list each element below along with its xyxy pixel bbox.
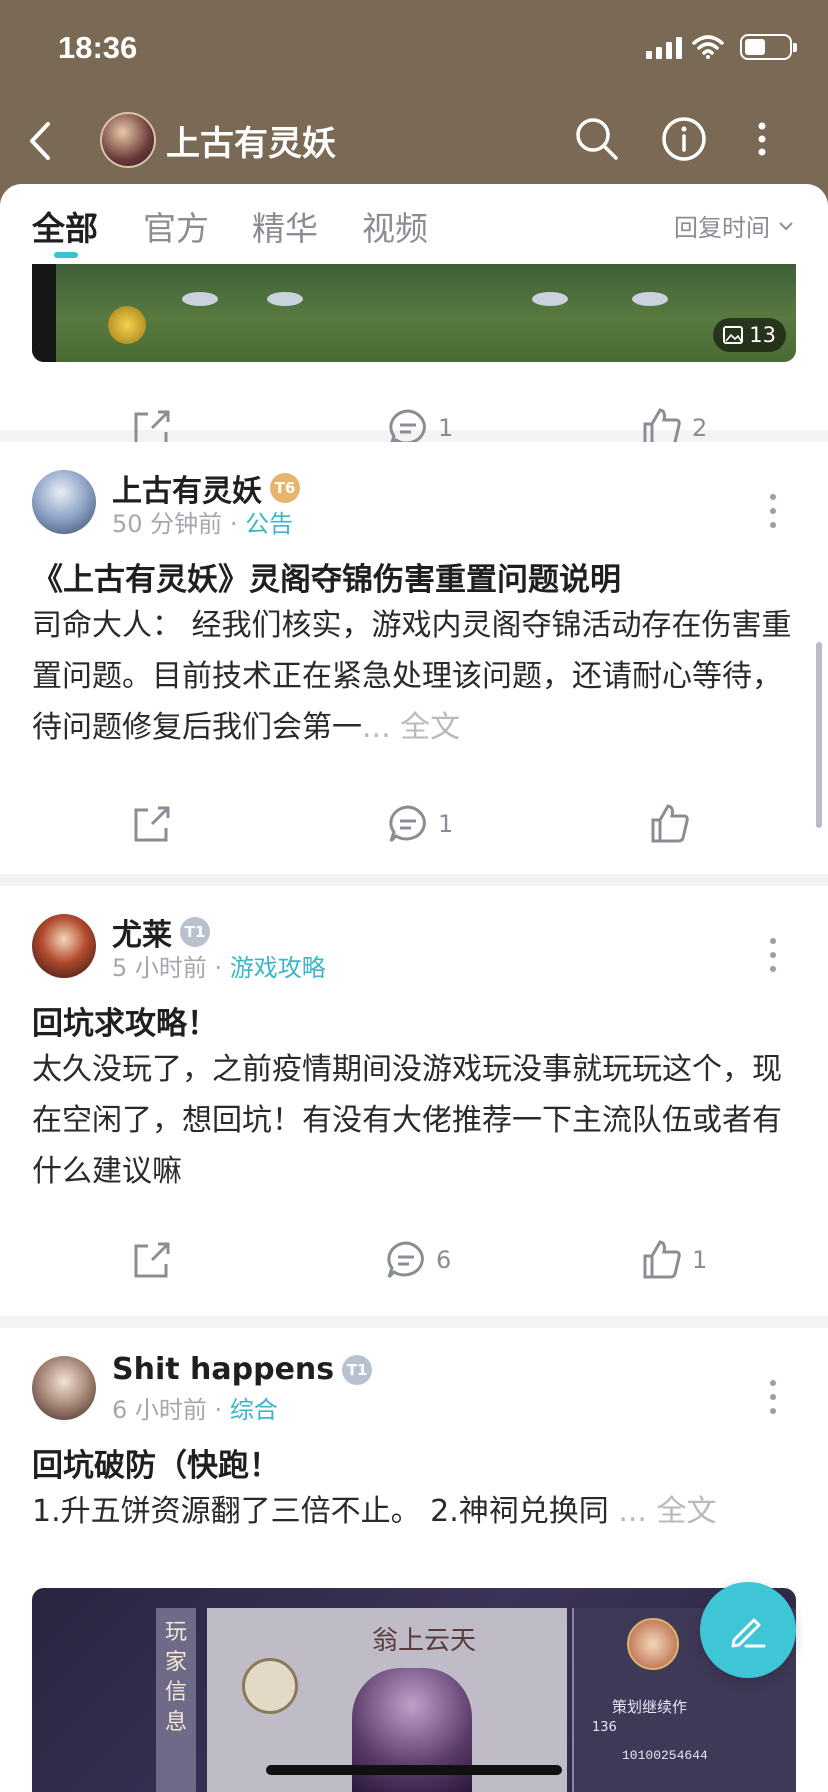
share-button[interactable] [130, 1238, 174, 1282]
full-text-link[interactable]: ... 全文 [618, 1494, 716, 1529]
post-category[interactable]: 综合 [230, 1396, 278, 1424]
image-side-label: 玩家信息 [156, 1608, 196, 1792]
post-card[interactable]: 尤莱 T1 5 小时前 · 游戏攻略 回坑求攻略！ 太久没玩了，之前疫情期间没游… [0, 886, 828, 1316]
post-category[interactable]: 公告 [245, 510, 293, 538]
post-category[interactable]: 游戏攻略 [230, 954, 326, 982]
post-title[interactable]: 回坑破防（快跑！ [32, 1440, 280, 1485]
comment-icon [389, 805, 426, 843]
like-button[interactable]: 1 [640, 1238, 707, 1282]
post-actions: 1 [0, 788, 828, 858]
more-vertical-icon[interactable] [747, 114, 777, 164]
post-time: 5 小时前 [112, 954, 207, 982]
comment-icon [387, 1241, 424, 1279]
info-icon[interactable] [659, 114, 709, 164]
like-count: 2 [692, 414, 708, 442]
post-card[interactable]: 13 1 2 [0, 264, 828, 447]
comment-button[interactable]: 6 [384, 1238, 451, 1282]
thumbs-up-icon [651, 804, 689, 843]
post-more-button[interactable] [770, 494, 778, 536]
tab-official[interactable]: 官方 [143, 202, 209, 250]
share-icon [134, 806, 170, 842]
post-actions: 6 1 [0, 1224, 828, 1294]
share-button[interactable] [130, 802, 174, 846]
comment-count: 1 [438, 414, 454, 442]
post-time: 50 分钟前 [112, 510, 223, 538]
post-title[interactable]: 《上古有灵妖》灵阁夺锦伤害重置问题说明 [32, 554, 621, 599]
post-body-text: 1.升五饼资源翻了三倍不止。 2.神祠兑换同 [32, 1494, 609, 1529]
author-avatar[interactable] [32, 470, 96, 534]
page-title: 上古有灵妖 [166, 124, 336, 164]
author-name[interactable]: Shit happens [112, 1352, 334, 1387]
post-more-button[interactable] [770, 1380, 778, 1422]
tab-all[interactable]: 全部 [32, 202, 98, 250]
share-icon [134, 1242, 170, 1278]
author-avatar[interactable] [32, 1356, 96, 1420]
post-body[interactable]: 1.升五饼资源翻了三倍不止。 2.神祠兑换同 ... 全文 [32, 1486, 802, 1537]
cellular-signal-icon [646, 35, 682, 59]
image-game-logo: 翁上云天 [372, 1626, 477, 1656]
status-time: 18:36 [58, 30, 138, 65]
post-meta: 50 分钟前 · 公告 [112, 510, 294, 538]
sort-dropdown[interactable]: 回复时间 [674, 208, 794, 243]
full-text-link[interactable]: ... 全文 [362, 710, 460, 745]
author-row: Shit happens T1 [112, 1352, 373, 1387]
content-panel: 全部 官方 精华 视频 回复时间 13 1 2 上古有灵妖 T6 50 分钟前 … [0, 184, 828, 1792]
sort-label: 回复时间 [674, 214, 770, 242]
post-image[interactable]: 玩家信息 翁上云天 策划继续作 136 10100254644 [32, 1588, 796, 1792]
pen-icon [731, 1618, 766, 1648]
top-bar: 18:36 上古有灵妖 [0, 0, 828, 184]
battery-icon [740, 34, 797, 60]
thumbs-up-icon [643, 1240, 681, 1279]
level-badge: T1 [180, 917, 210, 947]
level-badge: T6 [270, 473, 300, 503]
post-body[interactable]: 司命大人： 经我们核实，游戏内灵阁夺锦活动存在伤害重置问题。目前技术正在紧急处理… [32, 600, 802, 753]
compose-post-button[interactable] [700, 1582, 796, 1678]
post-meta: 5 小时前 · 游戏攻略 [112, 954, 326, 982]
tab-featured[interactable]: 精华 [252, 202, 318, 250]
wifi-icon [692, 35, 724, 59]
comment-count: 6 [436, 1246, 452, 1274]
image-side-label-text: 玩家信息 [164, 1620, 187, 1735]
image-player-id: 10100254644 [622, 1748, 708, 1763]
tab-video[interactable]: 视频 [362, 202, 428, 250]
status-icons [646, 34, 797, 60]
image-count-badge: 13 [713, 318, 786, 352]
image-count: 13 [749, 323, 776, 347]
post-time: 6 小时前 [112, 1396, 207, 1424]
tab-bar: 全部 官方 精华 视频 回复时间 [0, 184, 828, 264]
image-level: 136 [592, 1720, 617, 1735]
comment-button[interactable]: 1 [386, 802, 453, 846]
post-more-button[interactable] [770, 938, 778, 980]
home-indicator[interactable] [266, 1765, 562, 1775]
chevron-down-icon [779, 221, 793, 230]
post-image[interactable]: 13 [32, 264, 796, 362]
image-role: 策划继续作 [612, 1698, 688, 1716]
post-card[interactable]: Shit happens T1 6 小时前 · 综合 回坑破防（快跑！ 1.升五… [0, 1328, 828, 1792]
active-tab-indicator [54, 252, 78, 258]
post-meta: 6 小时前 · 综合 [112, 1396, 278, 1424]
comment-count: 1 [438, 810, 454, 838]
scrollbar[interactable] [816, 642, 822, 828]
post-body[interactable]: 太久没玩了，之前疫情期间没游戏玩没事就玩玩这个，现在空闲了，想回坑！有没有大佬推… [32, 1044, 802, 1197]
author-avatar[interactable] [32, 914, 96, 978]
forum-avatar[interactable] [100, 112, 156, 168]
back-button[interactable] [22, 116, 62, 166]
post-title[interactable]: 回坑求攻略！ [32, 998, 218, 1043]
search-icon[interactable] [572, 114, 622, 164]
post-card[interactable]: 上古有灵妖 T6 50 分钟前 · 公告 《上古有灵妖》灵阁夺锦伤害重置问题说明… [0, 442, 828, 874]
level-badge: T1 [342, 1354, 373, 1385]
like-button[interactable] [648, 802, 692, 846]
image-icon [723, 326, 744, 344]
like-count: 1 [692, 1246, 708, 1274]
